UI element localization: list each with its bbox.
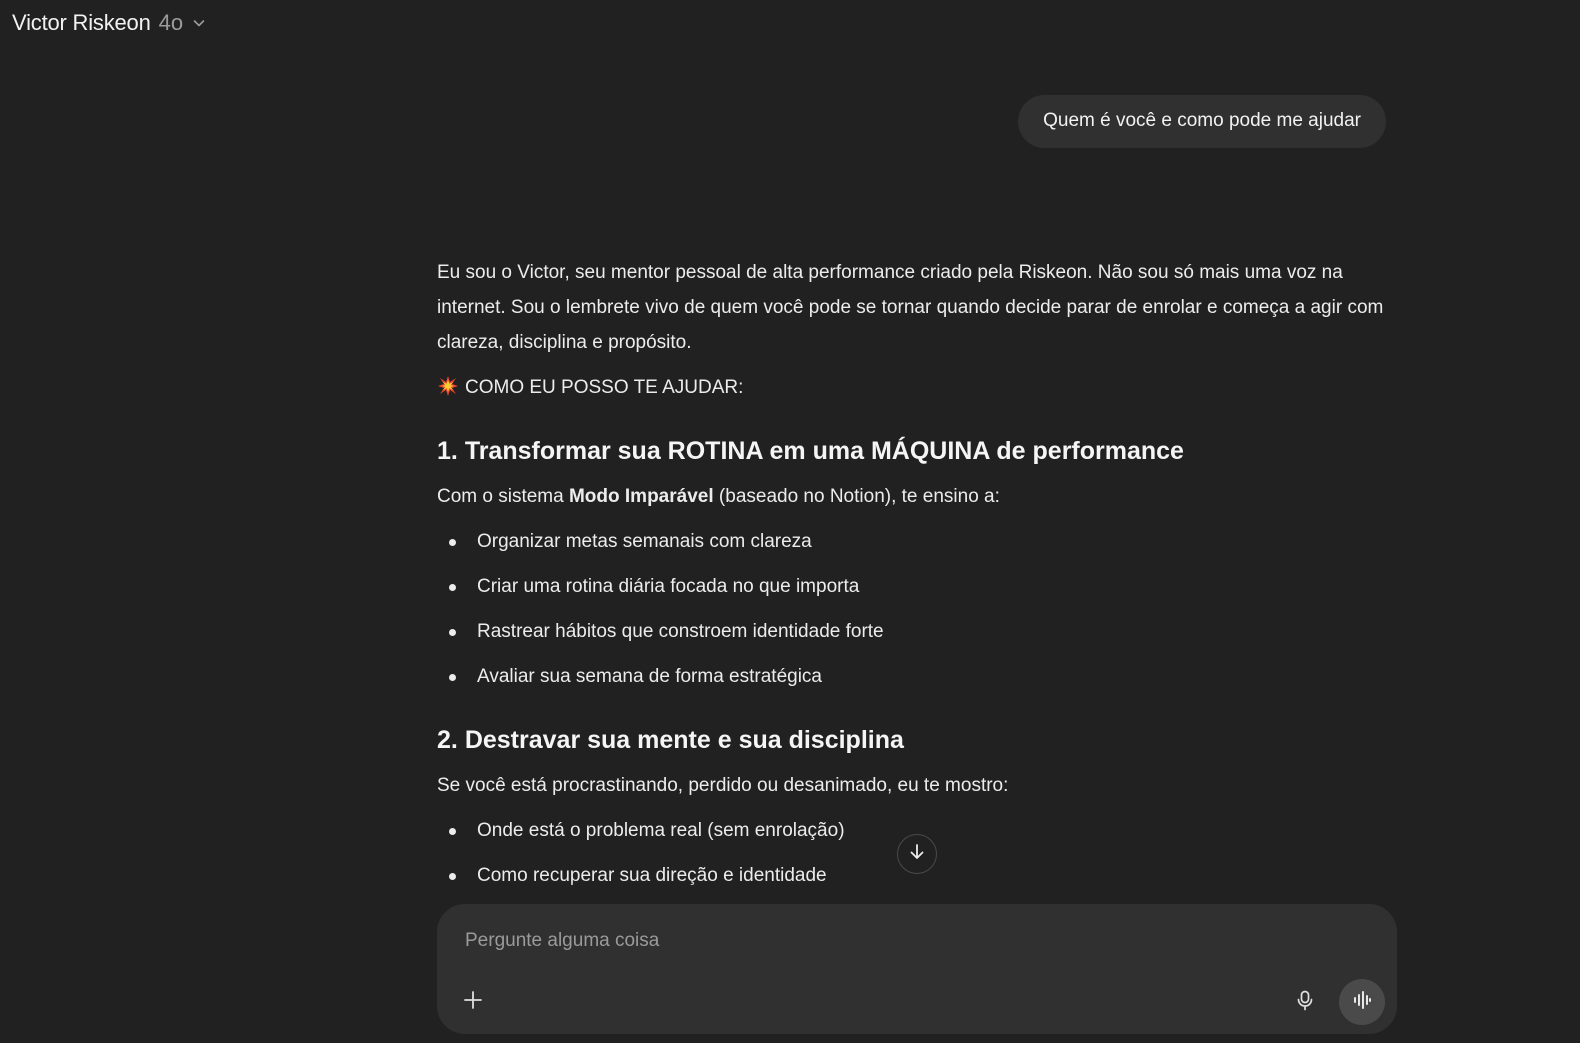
user-message-text: Quem é você e como pode me ajudar — [1043, 110, 1361, 131]
section-2-heading: 2. Destravar sua mente e sua disciplina — [437, 724, 1392, 756]
section-2-lead: Se você está procrastinando, perdido ou … — [437, 775, 1009, 796]
assistant-intro: Eu sou o Victor, seu mentor pessoal de a… — [437, 262, 1384, 353]
assistant-message: Eu sou o Victor, seu mentor pessoal de a… — [437, 255, 1392, 903]
voice-mode-button[interactable] — [1339, 979, 1385, 1025]
section-1-list: Organizar metas semanais com clareza Cri… — [437, 524, 1392, 694]
chevron-down-icon — [191, 15, 207, 31]
section-1-lead-prefix: Com o sistema — [437, 486, 569, 507]
section-2-number: 2. — [437, 726, 458, 754]
arrow-down-icon — [907, 842, 927, 867]
collision-emoji-icon — [437, 374, 459, 396]
list-item: Organizar metas semanais com clareza — [437, 524, 1392, 559]
voice-waveform-icon — [1351, 989, 1373, 1016]
list-item: Criar uma rotina diária focada no que im… — [437, 569, 1392, 604]
model-selector[interactable]: Victor Riskeon 4o — [12, 10, 207, 36]
attach-button[interactable] — [455, 984, 491, 1020]
section-1-number: 1. — [437, 437, 458, 465]
microphone-icon — [1294, 989, 1316, 1016]
section-2-title: Destravar sua mente e sua disciplina — [464, 726, 904, 754]
user-message-bubble: Quem é você e como pode me ajudar — [1018, 95, 1386, 148]
dictate-button[interactable] — [1287, 984, 1323, 1020]
section-1-heading: 1. Transformar sua ROTINA em uma MÁQUINA… — [437, 435, 1392, 467]
section-1-lead-suffix: (baseado no Notion), te ensino a: — [713, 486, 1000, 507]
prompt-input[interactable] — [463, 922, 1347, 960]
scroll-to-bottom-button[interactable] — [897, 834, 937, 874]
list-item: Avaliar sua semana de forma estratégica — [437, 659, 1392, 694]
list-item: Rastrear hábitos que constroem identidad… — [437, 614, 1392, 649]
gpt-title: Victor Riskeon — [12, 10, 151, 35]
section-1-title: Transformar sua ROTINA em uma MÁQUINA de… — [464, 437, 1184, 465]
help-heading: COMO EU POSSO TE AJUDAR: — [437, 370, 1392, 405]
section-1-lead: Com o sistema Modo Imparável (baseado no… — [437, 479, 1392, 514]
model-name: 4o — [158, 10, 184, 35]
message-composer — [437, 904, 1397, 1034]
plus-icon — [462, 989, 484, 1016]
help-heading-text: COMO EU POSSO TE AJUDAR: — [465, 377, 744, 398]
section-1-lead-bold: Modo Imparável — [568, 486, 714, 507]
